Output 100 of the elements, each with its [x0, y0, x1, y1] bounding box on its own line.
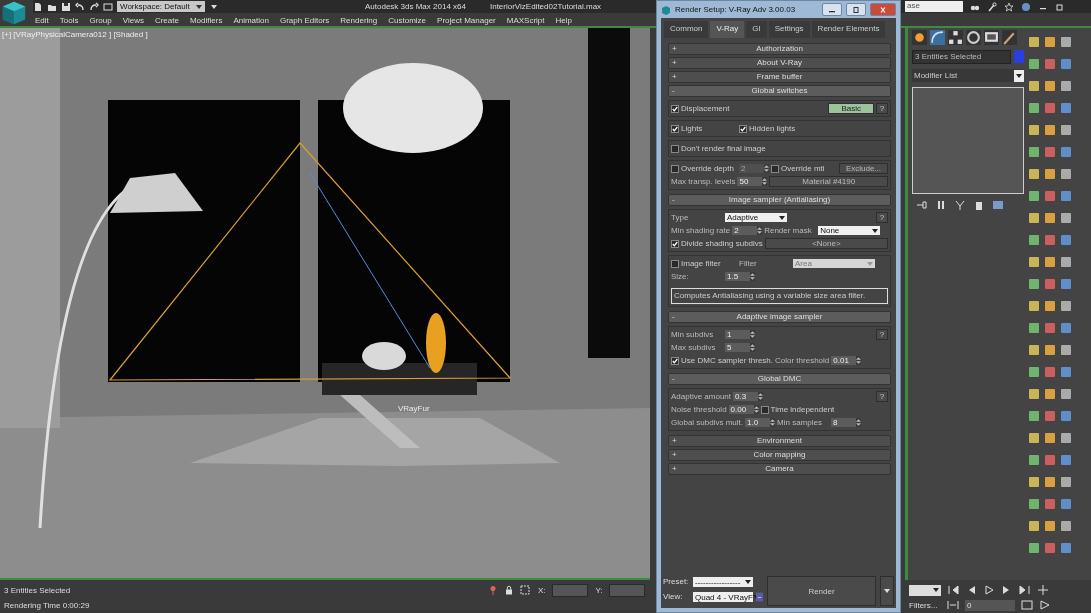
square-icon[interactable]	[1060, 80, 1072, 92]
rollout-header[interactable]: + Environment	[668, 435, 891, 447]
close-button[interactable]	[870, 3, 896, 16]
square-icon[interactable]	[1060, 124, 1072, 136]
square-icon[interactable]	[1060, 102, 1072, 114]
square-icon[interactable]	[1028, 212, 1040, 224]
square-icon[interactable]	[1044, 366, 1056, 378]
square-icon[interactable]	[1028, 300, 1040, 312]
square-icon[interactable]	[1028, 410, 1040, 422]
save-icon[interactable]	[61, 1, 71, 12]
square-icon[interactable]	[1028, 256, 1040, 268]
app-logo-icon[interactable]	[0, 0, 28, 26]
frame-field[interactable]: 0	[965, 599, 1015, 611]
menu-item[interactable]: Edit	[35, 16, 49, 25]
rollout-header[interactable]: + Camera	[668, 463, 891, 475]
square-icon[interactable]	[1044, 168, 1056, 180]
spinner-arrows-icon[interactable]	[856, 356, 862, 365]
rollout-header[interactable]: + About V-Ray	[668, 57, 891, 69]
selection-icon[interactable]	[520, 585, 530, 595]
rollout-header[interactable]: - Image sampler (Antialiasing)	[668, 194, 891, 206]
square-icon[interactable]	[1028, 432, 1040, 444]
checkbox[interactable]	[760, 405, 769, 414]
rollout-header[interactable]: + Frame buffer	[668, 71, 891, 83]
spinner-arrows-icon[interactable]	[770, 418, 776, 427]
square-icon[interactable]	[1060, 168, 1072, 180]
menu-item[interactable]: Modifiers	[189, 16, 223, 25]
square-icon[interactable]	[1044, 300, 1056, 312]
square-icon[interactable]	[1028, 58, 1040, 70]
undo-icon[interactable]	[75, 1, 85, 12]
menu-item[interactable]: Rendering	[340, 16, 378, 25]
view-dropdown[interactable]: Quad 4 - VRayF	[693, 592, 753, 602]
square-icon[interactable]	[1028, 190, 1040, 202]
menu-item[interactable]: Help	[555, 16, 572, 25]
spinner-arrows-icon[interactable]	[750, 330, 755, 339]
x-coordinate-field[interactable]	[551, 583, 588, 597]
rollout-header[interactable]: - Global DMC	[668, 373, 891, 385]
spinner-arrows-icon[interactable]	[750, 272, 755, 281]
square-icon[interactable]	[1060, 300, 1072, 312]
square-icon[interactable]	[1060, 146, 1072, 158]
button[interactable]: Exclude...	[839, 163, 888, 174]
render-options-button[interactable]	[880, 576, 894, 606]
square-icon[interactable]	[1044, 58, 1056, 70]
square-icon[interactable]	[1044, 322, 1056, 334]
square-icon[interactable]	[1044, 212, 1056, 224]
rollout-header[interactable]: - Adaptive image sampler	[668, 311, 891, 323]
square-icon[interactable]	[1028, 366, 1040, 378]
square-icon[interactable]	[1028, 454, 1040, 466]
square-icon[interactable]	[1060, 322, 1072, 334]
spinner-arrows-icon[interactable]	[758, 392, 764, 401]
viewport-label[interactable]: [+] [VRayPhysicalCamera012 ] [Shaded ]	[2, 30, 148, 39]
square-icon[interactable]	[1028, 146, 1040, 158]
spinner-field[interactable]: 1.5	[725, 272, 755, 281]
pin-stack-icon[interactable]	[916, 199, 928, 211]
spinner-field[interactable]: 2	[732, 226, 763, 235]
spinner-arrows-icon[interactable]	[753, 405, 759, 414]
square-icon[interactable]	[1044, 410, 1056, 422]
help-button[interactable]: ?	[876, 103, 888, 114]
tab[interactable]: V-Ray	[710, 21, 745, 38]
square-icon[interactable]	[1060, 190, 1072, 202]
minimize-button[interactable]	[822, 3, 842, 16]
spinner-field[interactable]: 1	[725, 330, 755, 339]
rollout-header[interactable]: + Authorization	[668, 43, 891, 55]
square-icon[interactable]	[1028, 388, 1040, 400]
maximize-button[interactable]	[846, 3, 866, 16]
square-icon[interactable]	[1060, 542, 1072, 554]
pin-icon[interactable]	[488, 585, 498, 595]
curve-icon[interactable]	[930, 30, 945, 45]
square-icon[interactable]	[1044, 234, 1056, 246]
square-icon[interactable]	[1028, 102, 1040, 114]
menu-item[interactable]: Project Manager	[437, 16, 496, 25]
checkbox[interactable]	[671, 164, 679, 173]
square-icon[interactable]	[1060, 410, 1072, 422]
monitor-icon[interactable]	[984, 30, 999, 45]
color-swatch[interactable]	[1014, 50, 1024, 63]
hierarchy-icon[interactable]	[948, 30, 963, 45]
spinner-field[interactable]: 1.0	[745, 418, 776, 427]
hammer-icon[interactable]	[1002, 30, 1017, 45]
square-icon[interactable]	[1028, 476, 1040, 488]
square-icon[interactable]	[1044, 256, 1056, 268]
rollout-header[interactable]: - Global switches	[668, 85, 891, 97]
go-to-start-icon[interactable]	[947, 585, 959, 595]
square-icon[interactable]	[1060, 36, 1072, 48]
square-icon[interactable]	[1044, 388, 1056, 400]
square-icon[interactable]	[1044, 102, 1056, 114]
square-icon[interactable]	[1060, 388, 1072, 400]
spinner-field[interactable]: 0.01	[831, 356, 862, 365]
square-icon[interactable]	[1028, 278, 1040, 290]
menu-item[interactable]: Group	[89, 16, 112, 25]
square-icon[interactable]	[1044, 344, 1056, 356]
restore-icon[interactable]	[1055, 1, 1065, 12]
checkbox[interactable]	[671, 124, 679, 133]
button[interactable]: <None>	[764, 238, 888, 249]
button[interactable]: Material #4190	[769, 176, 888, 187]
menu-item[interactable]: Graph Editors	[279, 16, 330, 25]
square-icon[interactable]	[1044, 190, 1056, 202]
menu-item[interactable]: Create	[154, 16, 179, 25]
square-icon[interactable]	[1060, 212, 1072, 224]
square-icon[interactable]	[1044, 146, 1056, 158]
square-icon[interactable]	[1060, 454, 1072, 466]
tab[interactable]: Render Elements	[811, 21, 886, 38]
